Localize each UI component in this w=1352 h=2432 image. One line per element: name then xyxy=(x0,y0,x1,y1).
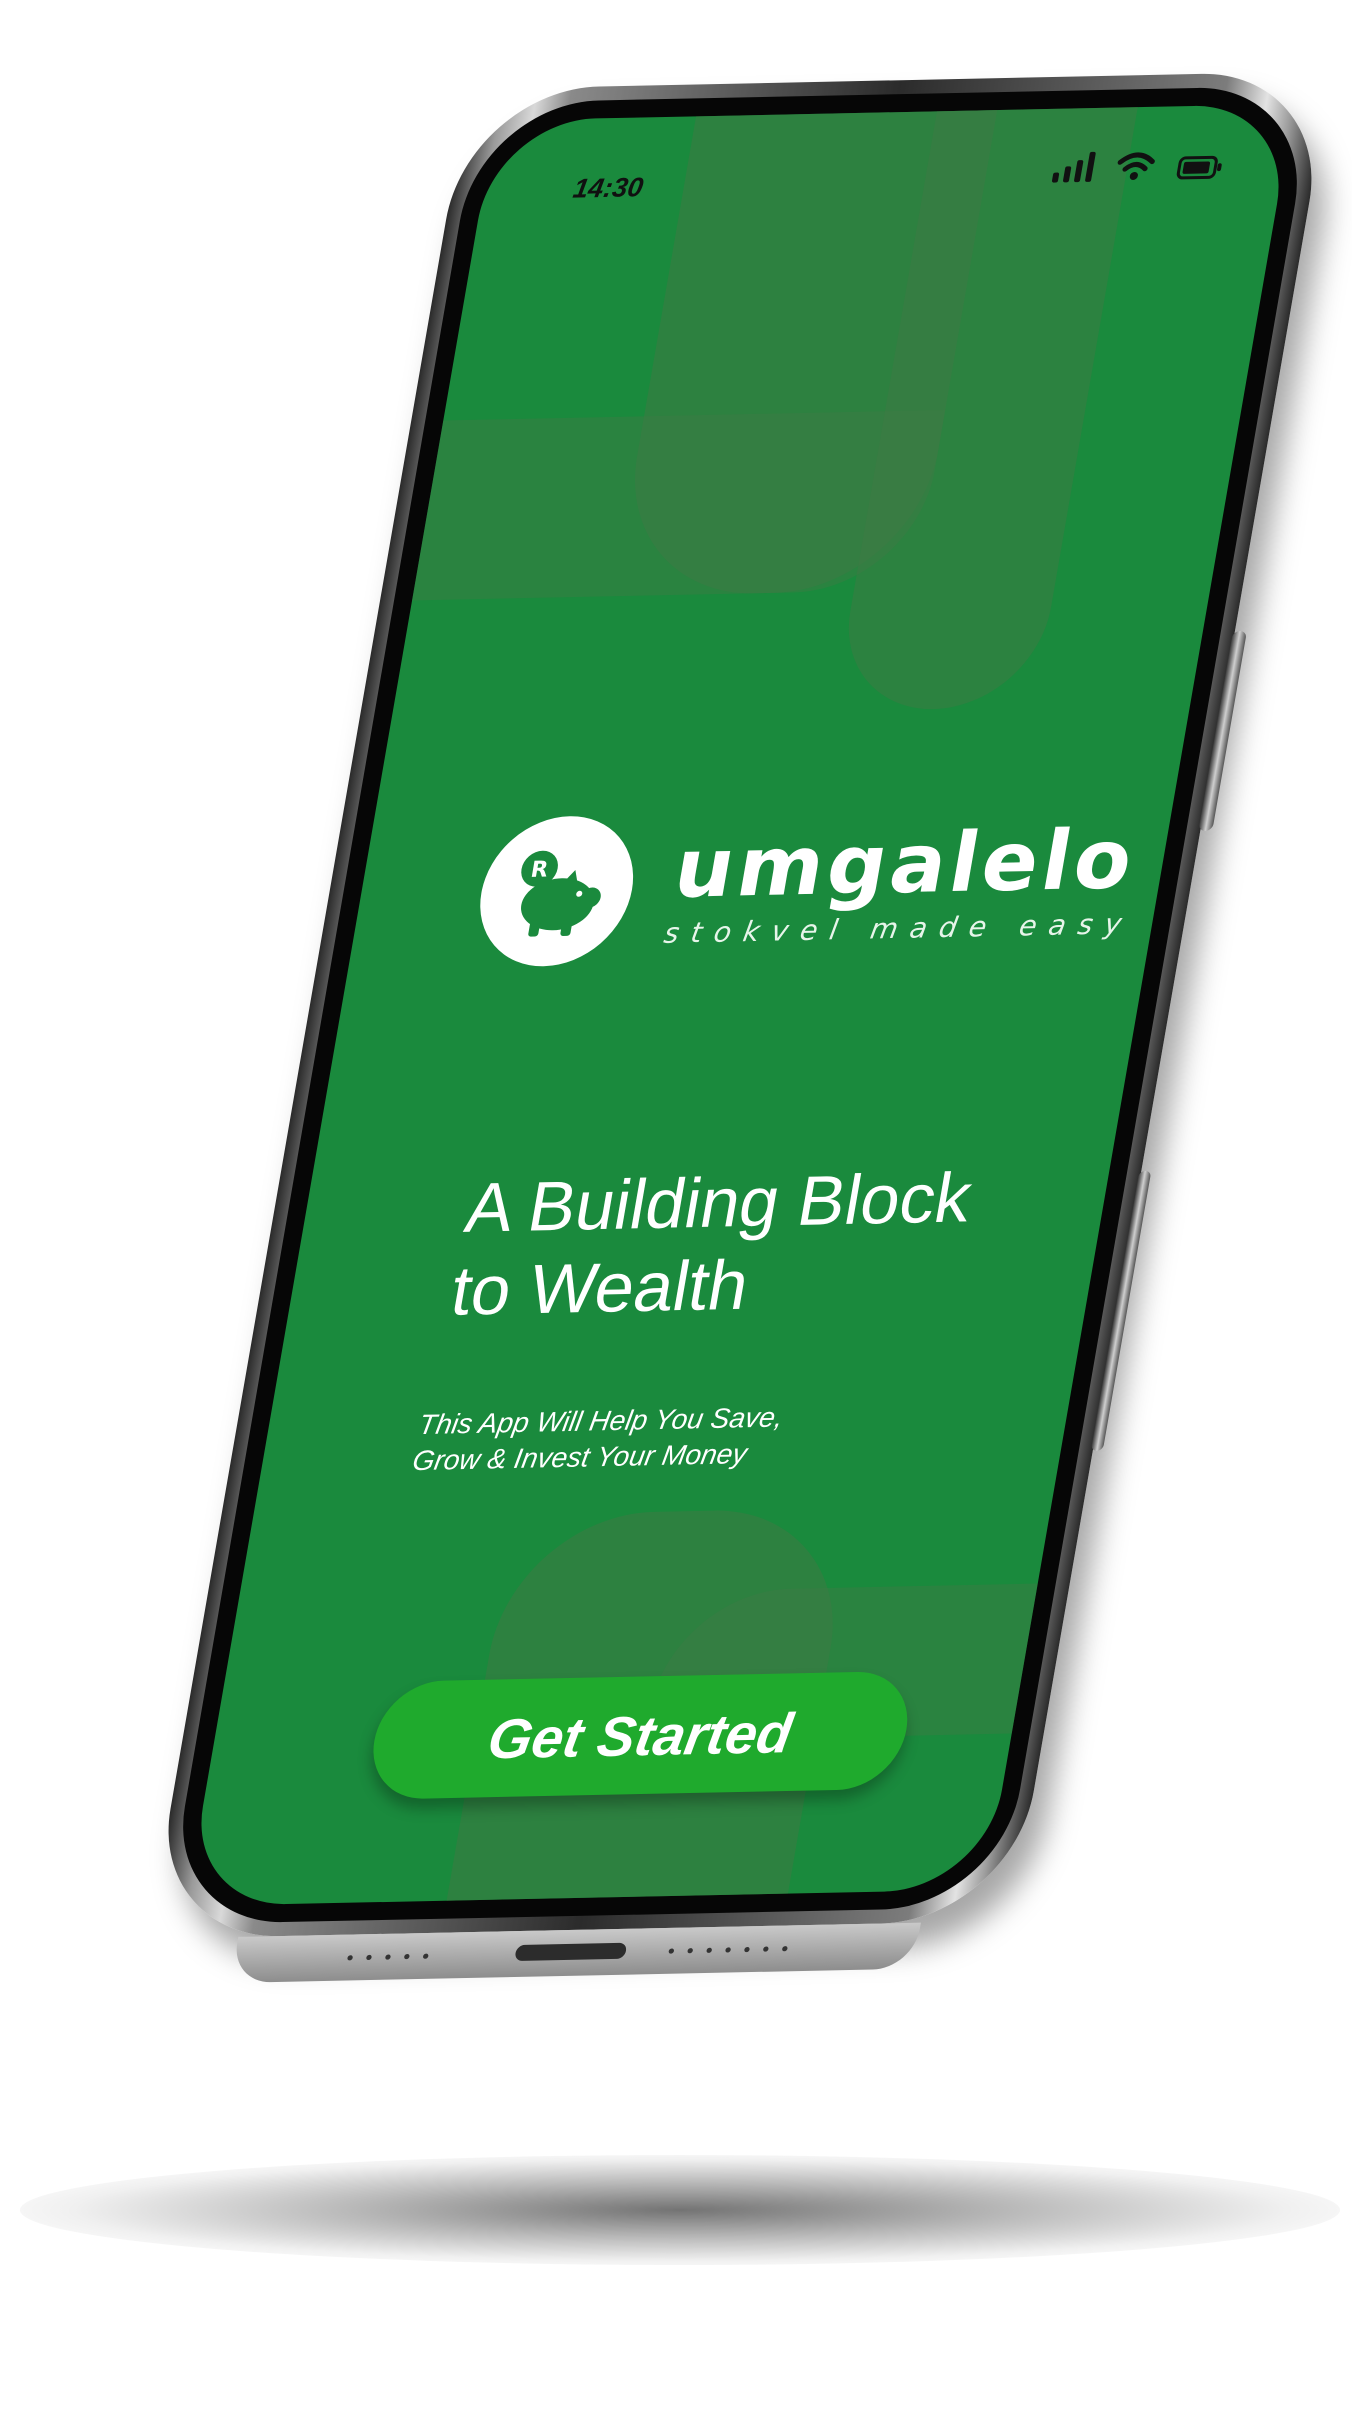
brand-logo: R umgalelo stokvel made easy xyxy=(468,804,1154,968)
piggy-bank-icon: R xyxy=(468,814,645,968)
hero-headline-line2: to Wealth xyxy=(445,1245,755,1330)
charging-port xyxy=(514,1942,628,1962)
wifi-icon xyxy=(1113,151,1158,182)
get-started-button[interactable]: Get Started xyxy=(364,1670,917,1800)
brand-text: umgalelo stokvel made easy xyxy=(662,811,1152,950)
status-time: 14:30 xyxy=(570,172,646,204)
hero-subtitle: This App Will Help You Save, Grow & Inve… xyxy=(410,1397,904,1480)
mockup-stage: ••••• ••••••• 14:30 R umgalelo stokvel m… xyxy=(0,0,1352,2432)
hero-headline-line1: A Building Block xyxy=(459,1158,978,1247)
app-screen: 14:30 R umgalelo stokvel made easy A Bui… xyxy=(185,103,1295,1907)
status-icons xyxy=(1051,149,1227,183)
hero-headline: A Building Block to Wealth xyxy=(445,1154,1096,1332)
battery-icon xyxy=(1175,155,1225,180)
speaker-grille-right: ••••••• xyxy=(663,1939,800,1963)
phone-floor-shadow xyxy=(20,2155,1340,2265)
speaker-grille-left: ••••• xyxy=(342,1946,441,1970)
cellular-signal-icon xyxy=(1051,151,1097,183)
phone-mockup: ••••• ••••••• 14:30 R umgalelo stokvel m… xyxy=(147,71,1333,1983)
brand-name: umgalelo xyxy=(667,811,1144,917)
